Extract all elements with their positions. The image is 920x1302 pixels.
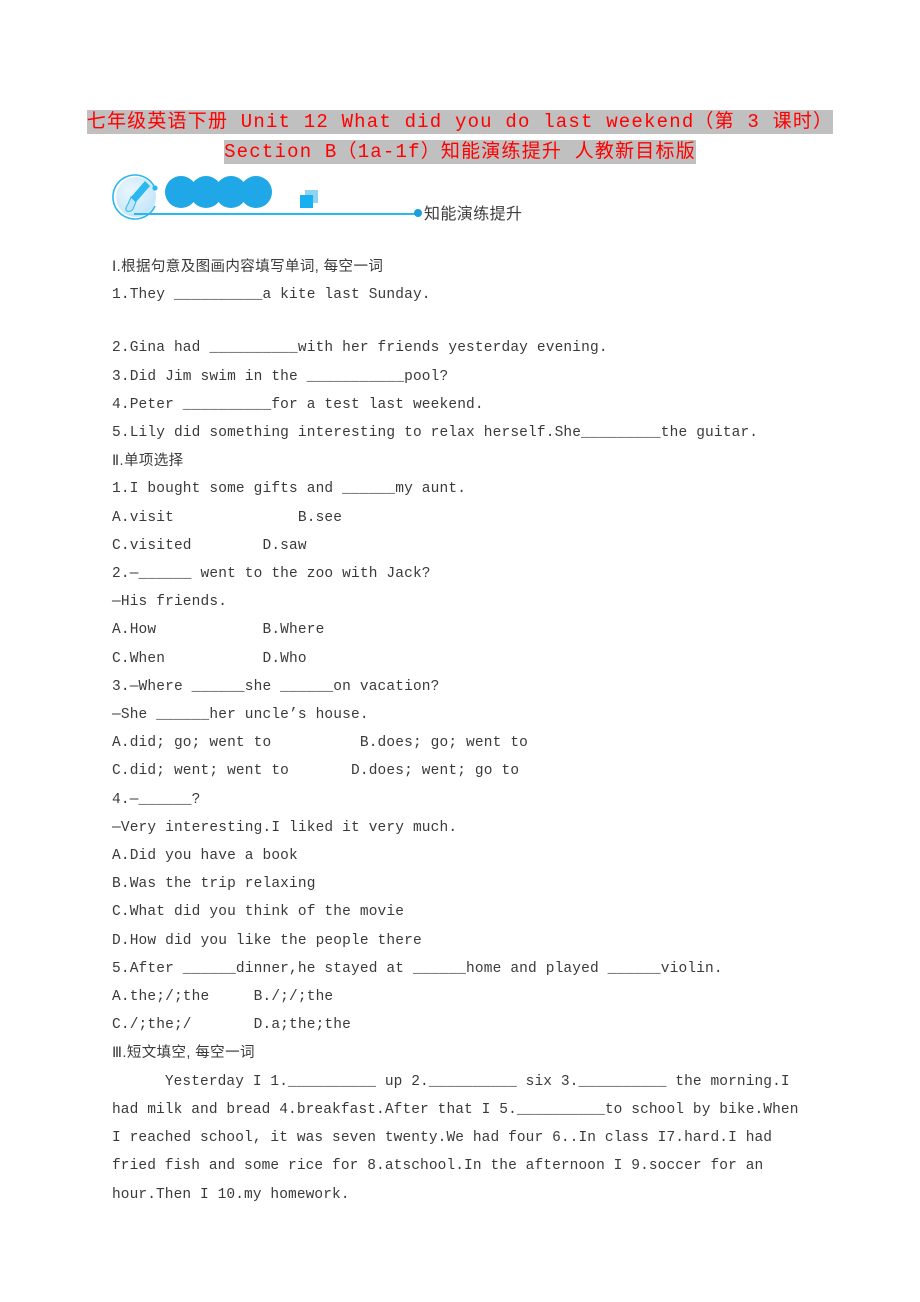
section-2-q1-options-cd: C.visited D.saw [112, 537, 307, 554]
title-line-2: Section B（1a-1f）知能演练提升 人教新目标版 [0, 138, 920, 168]
section-banner: 知能演练提升 [108, 168, 808, 226]
brush-in-circle-icon [110, 171, 162, 223]
banner-dot-icon [414, 209, 422, 217]
banner-rule [134, 213, 420, 215]
banner-label: 知能演练提升 [424, 206, 523, 223]
banner-circle-4 [240, 176, 272, 208]
section-2-question-5: 5.After ______dinner,he stayed at ______… [112, 960, 723, 977]
section-1-item-1: 1.They __________a kite last Sunday. [112, 287, 431, 304]
section-2-q4-option-d: D.How did you like the people there [112, 932, 422, 949]
section-3-passage: Yesterday I 1.__________ up 2.__________… [112, 1073, 808, 1203]
section-2-q3-answer: —She ______her uncle’s house. [112, 707, 369, 724]
title-line-2-text: Section B（1a-1f）知能演练提升 人教新目标版 [224, 140, 696, 164]
section-3-heading: Ⅲ.短文填空, 每空一词 [112, 1045, 255, 1062]
title-line-1: 七年级英语下册 Unit 12 What did you do last wee… [0, 108, 920, 138]
paintbrush-icon [125, 181, 150, 212]
title-line-1-text: 七年级英语下册 Unit 12 What did you do last wee… [86, 110, 834, 134]
section-2-q3-options-cd: C.did; went; went to D.does; went; go to [112, 763, 520, 780]
section-1-item-5: 5.Lily did something interesting to rela… [112, 425, 759, 442]
section-2-q5-options-ab: A.the;/;the B./;/;the [112, 989, 334, 1006]
section-1-item-4: 4.Peter __________for a test last weeken… [112, 396, 484, 413]
banner-circles [165, 176, 275, 208]
section-1-item-3: 3.Did Jim swim in the ___________pool? [112, 368, 449, 385]
section-2-q1-options-ab: A.visit B.see [112, 509, 343, 526]
section-2-q4-option-c: C.What did you think of the movie [112, 904, 405, 921]
section-2-q4-option-a: A.Did you have a book [112, 848, 298, 865]
section-2-heading: Ⅱ.单项选择 [112, 453, 184, 470]
section-2-q4-option-b: B.Was the trip relaxing [112, 876, 316, 893]
section-2-question-4: 4.—______? [112, 791, 201, 808]
page-title: 七年级英语下册 Unit 12 What did you do last wee… [0, 108, 920, 168]
section-2-q2-options-ab: A.How B.Where [112, 622, 325, 639]
section-2-question-2: 2.—______ went to the zoo with Jack? [112, 566, 431, 583]
section-2-q2-answer: —His friends. [112, 594, 228, 611]
section-2-q5-options-cd: C./;the;/ D.a;the;the [112, 1017, 351, 1034]
section-2-question-1: 1.I bought some gifts and ______my aunt. [112, 481, 467, 498]
section-2-question-3: 3.—Where ______she ______on vacation? [112, 678, 440, 695]
banner-square-front-icon [300, 195, 313, 208]
section-2-q4-answer: —Very interesting.I liked it very much. [112, 819, 458, 836]
figure-placeholder [112, 309, 812, 334]
section-1-heading: Ⅰ.根据句意及图画内容填写单词, 每空一词 [112, 259, 384, 275]
section-2-q3-options-ab: A.did; go; went to B.does; go; went to [112, 735, 529, 752]
section-1-item-2: 2.Gina had __________with her friends ye… [112, 340, 608, 357]
document-page: 七年级英语下册 Unit 12 What did you do last wee… [0, 0, 920, 1302]
document-content: Ⅰ.根据句意及图画内容填写单词, 每空一词 1.They __________a… [112, 253, 812, 1209]
section-2-q2-options-cd: C.When D.Who [112, 650, 307, 667]
